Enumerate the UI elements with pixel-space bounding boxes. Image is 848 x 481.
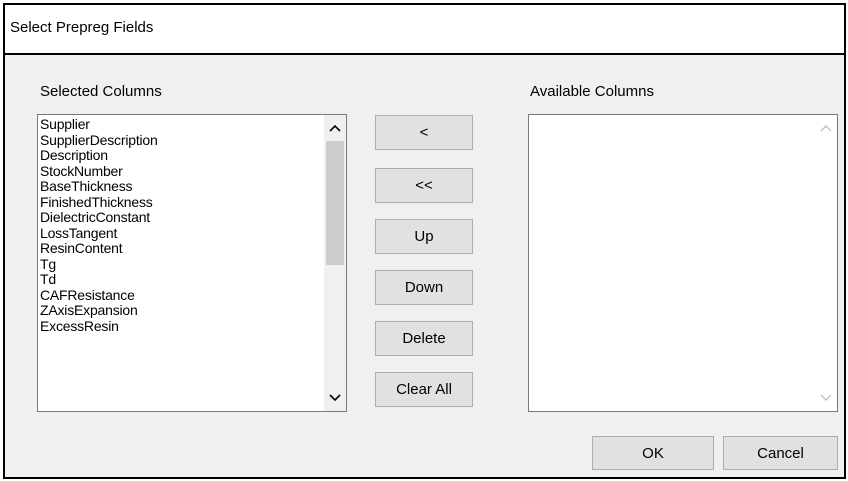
- dialog-title: Select Prepreg Fields: [10, 19, 154, 36]
- available-columns-items: [531, 117, 815, 411]
- list-item[interactable]: FinishedThickness: [40, 194, 324, 211]
- list-item[interactable]: Supplier: [40, 117, 324, 133]
- ok-button[interactable]: OK: [592, 436, 714, 470]
- selected-columns-items: Supplier SupplierDescription Description St…: [40, 117, 324, 411]
- clear-all-button[interactable]: Clear All: [375, 372, 473, 407]
- list-item[interactable]: DielectricConstant: [40, 209, 324, 226]
- move-all-left-button[interactable]: <<: [375, 168, 473, 203]
- list-item[interactable]: CAFResistance: [40, 287, 324, 304]
- list-item[interactable]: ExcessResin: [40, 318, 324, 335]
- available-columns-label: Available Columns: [530, 83, 654, 100]
- cancel-button[interactable]: Cancel: [723, 436, 838, 470]
- chevron-down-icon: [815, 387, 837, 409]
- dialog-titlebar: Select Prepreg Fields: [5, 5, 844, 55]
- move-up-button[interactable]: Up: [375, 219, 473, 254]
- list-item[interactable]: ResinContent: [40, 240, 324, 257]
- scroll-thumb[interactable]: [326, 141, 344, 265]
- list-item[interactable]: SupplierDescription: [40, 132, 324, 149]
- list-item[interactable]: Tg: [40, 256, 324, 273]
- selected-columns-scrollbar[interactable]: [324, 115, 346, 411]
- list-item[interactable]: Description: [40, 147, 324, 164]
- available-columns-listbox[interactable]: [528, 114, 838, 412]
- available-columns-scrollbar: [815, 115, 837, 411]
- list-item[interactable]: Td: [40, 271, 324, 288]
- chevron-down-icon[interactable]: [324, 387, 346, 409]
- selected-columns-label: Selected Columns: [40, 83, 162, 100]
- list-item[interactable]: StockNumber: [40, 163, 324, 180]
- select-prepreg-fields-dialog: Select Prepreg Fields Selected Columns A…: [3, 3, 846, 479]
- chevron-up-icon[interactable]: [324, 117, 346, 139]
- selected-columns-listbox[interactable]: Supplier SupplierDescription Description St…: [37, 114, 347, 412]
- move-down-button[interactable]: Down: [375, 270, 473, 305]
- chevron-up-icon: [815, 117, 837, 139]
- move-left-button[interactable]: <: [375, 115, 473, 150]
- list-item[interactable]: ZAxisExpansion: [40, 302, 324, 319]
- list-item[interactable]: LossTangent: [40, 225, 324, 242]
- delete-button[interactable]: Delete: [375, 321, 473, 356]
- list-item[interactable]: BaseThickness: [40, 178, 324, 195]
